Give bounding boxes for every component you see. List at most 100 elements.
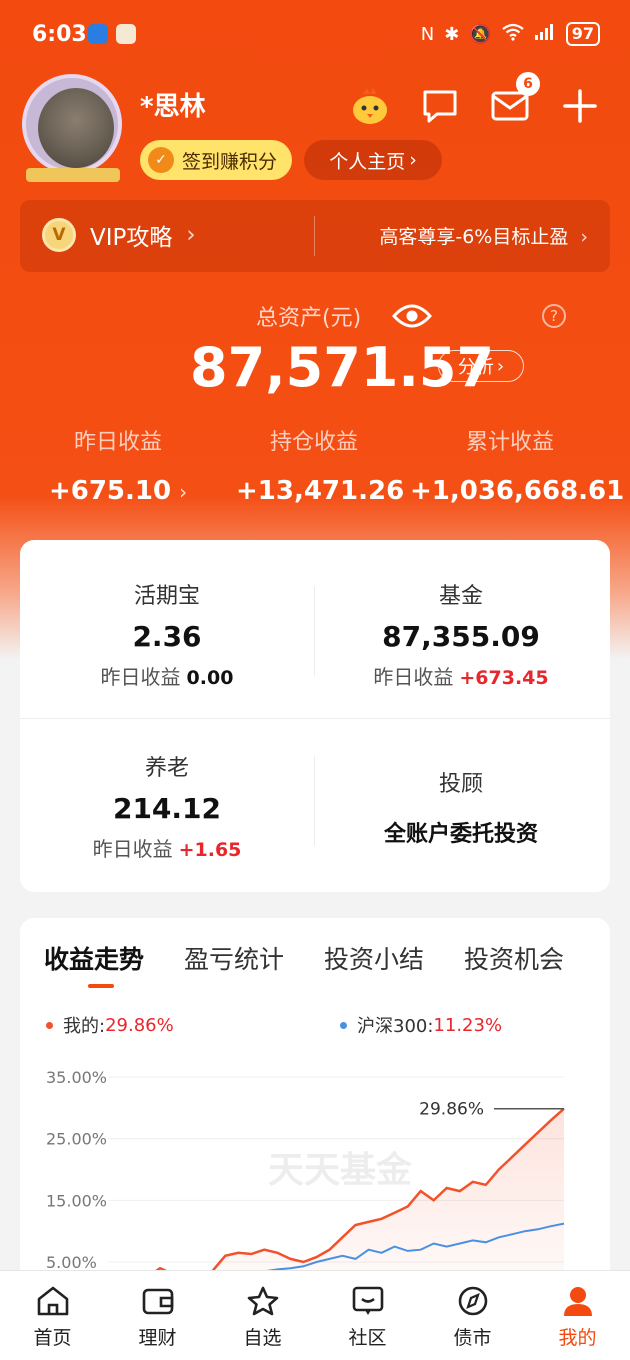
notification-app-icon xyxy=(88,24,108,44)
account-title: 基金 xyxy=(438,584,483,609)
status-time: 6:03 xyxy=(32,22,87,47)
username: *思林 xyxy=(140,92,206,122)
y-tick-label: 35.00% xyxy=(46,1068,107,1087)
account-value: 87,355.09 xyxy=(382,620,540,653)
vip-badge-icon: V xyxy=(42,218,76,252)
vip-guide-label: VIP攻略 xyxy=(90,225,173,251)
mascot-icon[interactable] xyxy=(348,84,392,128)
notification-app-icon xyxy=(116,24,136,44)
legend-dot xyxy=(46,1021,53,1029)
star-icon xyxy=(247,1286,278,1316)
user-icon xyxy=(563,1287,592,1316)
wifi-icon xyxy=(502,23,524,46)
divider xyxy=(20,718,610,719)
nav-item-wealth[interactable]: 理财 xyxy=(105,1271,210,1360)
chevron-right-icon: › xyxy=(186,222,196,248)
mute-icon: 🔕 xyxy=(469,23,492,45)
mail-badge: 6 xyxy=(516,72,540,96)
tab-indicator xyxy=(88,984,114,988)
chevron-right-icon: › xyxy=(496,355,505,377)
nav-item-community[interactable]: 社区 xyxy=(315,1271,420,1360)
nav-item-watchlist[interactable]: 自选 xyxy=(210,1271,315,1360)
battery-indicator: 97 xyxy=(565,22,600,46)
nav-label: 自选 xyxy=(243,1327,282,1349)
watermark: 天天基金 xyxy=(268,1149,413,1191)
end-value-label: 29.86% xyxy=(419,1100,484,1120)
mail-icon[interactable]: 6 xyxy=(488,72,540,128)
earnings-value: +13,471.26 xyxy=(236,476,405,506)
checkin-label: 签到赚积分 xyxy=(182,150,278,173)
nav-label: 债市 xyxy=(453,1327,492,1349)
legend-label: 沪深300: xyxy=(357,1016,434,1037)
avatar[interactable] xyxy=(22,72,122,184)
cumulative-earnings[interactable]: 累计收益 +1,036,668.61› xyxy=(410,424,624,506)
account-fund[interactable]: 基金 87,355.09 昨日收益 +673.45 xyxy=(314,578,608,690)
chart-tabs: 收益走势 盈亏统计 投资小结 投资机会 xyxy=(44,940,564,976)
legend-value: 29.86% xyxy=(105,1014,174,1036)
account-sub-value: 0.00 xyxy=(186,667,234,689)
homepage-button[interactable]: 个人主页 › xyxy=(304,140,442,180)
total-assets-label: 总资产(元) xyxy=(256,306,362,331)
chat-icon[interactable] xyxy=(418,84,462,128)
vip-guide-link[interactable]: V VIP攻略 › xyxy=(42,218,196,252)
nav-item-home[interactable]: 首页 xyxy=(0,1271,105,1360)
account-sub-label: 昨日收益 xyxy=(100,665,181,689)
account-title: 养老 xyxy=(144,756,189,781)
tab-investment-summary[interactable]: 投资小结 xyxy=(324,940,424,976)
checkin-button[interactable]: ✓ 签到赚积分 xyxy=(140,140,292,180)
analysis-button[interactable]: 分析 › xyxy=(438,350,524,382)
tab-profit-loss[interactable]: 盈亏统计 xyxy=(184,940,284,976)
status-icons: N ✱ 🔕 97 xyxy=(421,22,600,46)
add-icon[interactable] xyxy=(558,84,602,128)
account-huoqibao[interactable]: 活期宝 2.36 昨日收益 0.00 xyxy=(20,578,314,690)
legend-index: 沪深300: 11.23% xyxy=(340,1012,502,1038)
help-icon[interactable]: ? xyxy=(542,304,566,328)
nfc-icon: N xyxy=(420,23,435,45)
account-pension[interactable]: 养老 214.12 昨日收益 +1.65 xyxy=(20,750,314,862)
holding-earnings[interactable]: 持仓收益 +13,471.26 xyxy=(236,424,404,506)
compass-icon xyxy=(458,1286,487,1316)
account-value: 2.36 xyxy=(132,620,202,653)
bluetooth-icon: ✱ xyxy=(444,23,460,45)
home-icon xyxy=(37,1286,68,1316)
wallet-icon xyxy=(142,1288,173,1315)
account-value: 214.12 xyxy=(112,792,222,825)
nav-label: 社区 xyxy=(348,1327,387,1349)
signal-icon xyxy=(534,23,556,46)
divider xyxy=(314,216,315,256)
account-title: 投顾 xyxy=(438,772,483,797)
accounts-card: 活期宝 2.36 昨日收益 0.00 基金 87,355.09 昨日收益 +673.… xyxy=(20,540,610,892)
vip-promo-label: 高客尊享-6%目标止盈 xyxy=(379,226,569,248)
chevron-right-icon: › xyxy=(409,149,417,171)
vip-bar: V VIP攻略 › 高客尊享-6%目标止盈 › xyxy=(20,200,610,272)
chevron-right-icon: › xyxy=(580,226,588,248)
earnings-value: +1,036,668.61 xyxy=(410,476,625,506)
yesterday-earnings[interactable]: 昨日收益 +675.10 › xyxy=(48,424,188,506)
calendar-check-icon: ✓ xyxy=(148,147,174,173)
account-sub-value: +673.45 xyxy=(459,667,549,689)
community-icon xyxy=(352,1286,383,1315)
tab-earnings-trend[interactable]: 收益走势 xyxy=(44,940,144,976)
nav-label: 理财 xyxy=(138,1327,177,1349)
nav-item-mine[interactable]: 我的 xyxy=(525,1271,630,1360)
account-advisor[interactable]: 投顾 全账户委托投资 xyxy=(314,766,608,848)
tab-investment-opportunity[interactable]: 投资机会 xyxy=(464,940,564,976)
y-tick-label: 25.00% xyxy=(46,1130,107,1149)
avatar-photo xyxy=(38,88,114,168)
avatar-frame xyxy=(22,74,122,174)
nav-label: 首页 xyxy=(33,1327,72,1349)
nav-item-bond-market[interactable]: 债市 xyxy=(420,1271,525,1360)
legend-value: 11.23% xyxy=(433,1014,503,1036)
vip-promo-link[interactable]: 高客尊享-6%目标止盈 › xyxy=(379,222,588,249)
account-sub-label: 昨日收益 xyxy=(92,837,173,861)
homepage-label: 个人主页 xyxy=(329,150,406,173)
y-tick-label: 15.00% xyxy=(46,1191,107,1210)
account-desc: 全账户委托投资 xyxy=(383,822,538,847)
account-title: 活期宝 xyxy=(133,584,200,609)
birthday-banner xyxy=(26,168,120,182)
earnings-chart-card: 收益走势 盈亏统计 投资小结 投资机会 我的: 29.86% 沪深300: 11… xyxy=(20,918,610,1298)
earnings-value: +675.10 xyxy=(48,476,172,506)
earnings-label: 累计收益 xyxy=(465,430,554,455)
legend-dot xyxy=(340,1021,347,1029)
eye-icon[interactable] xyxy=(391,302,433,334)
